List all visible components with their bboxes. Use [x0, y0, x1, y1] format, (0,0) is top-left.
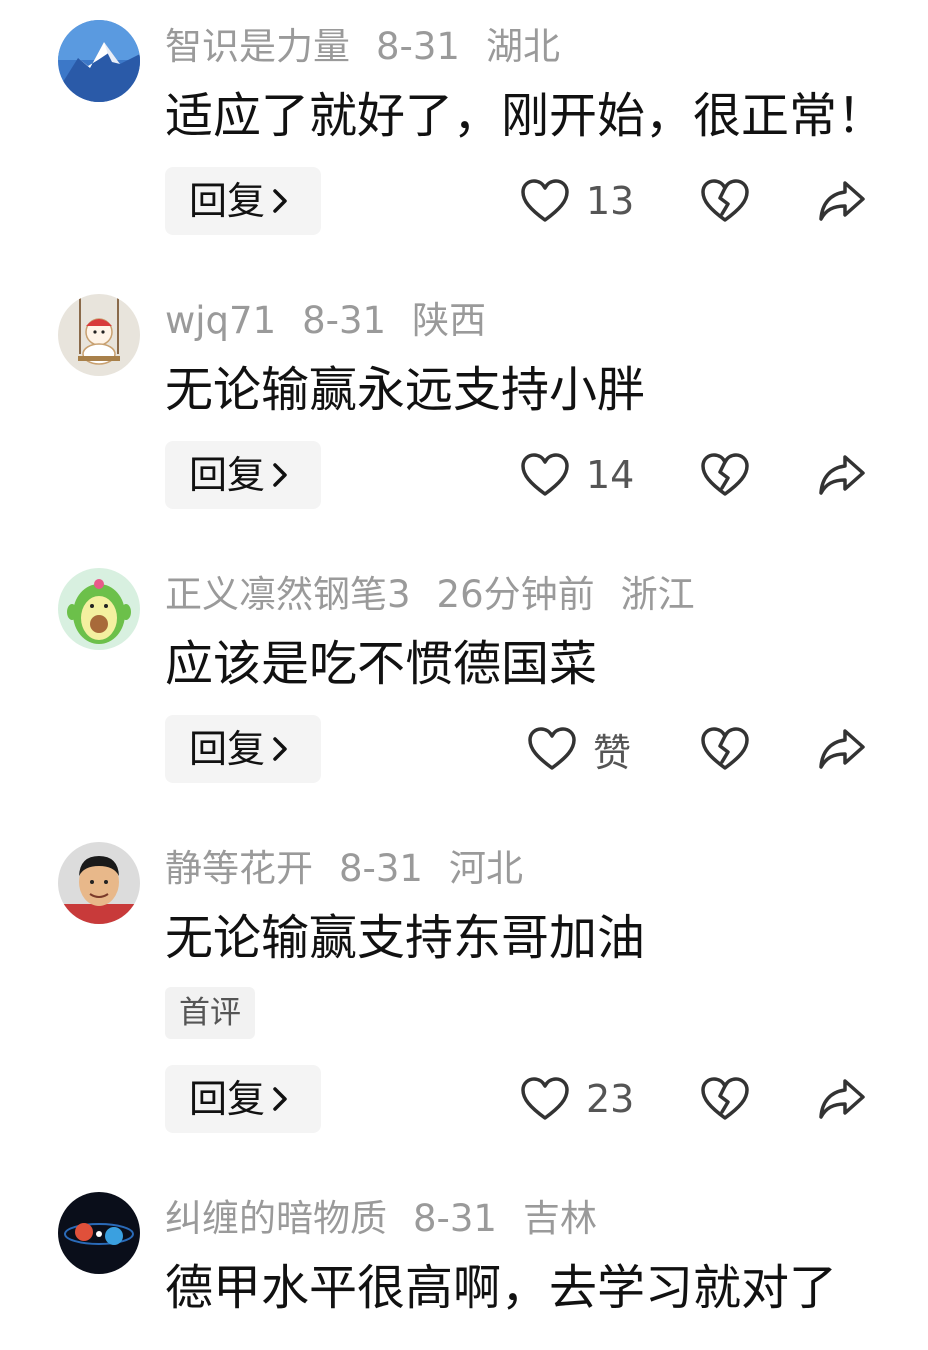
- chevron-right-icon: [273, 462, 287, 487]
- snow-mountain-avatar-icon: [58, 20, 140, 102]
- like-count: 14: [586, 453, 635, 497]
- username[interactable]: 正义凛然钢笔3: [165, 573, 411, 616]
- share-arrow-icon: [819, 455, 865, 495]
- comment-text: 适应了就好了，刚开始，很正常！: [165, 88, 886, 144]
- share-button[interactable]: [817, 1065, 869, 1133]
- comment-text: 应该是吃不惯德国菜: [165, 636, 598, 692]
- comment-meta: 正义凛然钢笔3 26分钟前 浙江: [165, 570, 721, 620]
- comment-date: 8-31: [376, 25, 460, 68]
- broken-heart-icon: [701, 1077, 749, 1120]
- share-button[interactable]: [817, 167, 869, 235]
- comment-meta: 静等花开 8-31 河北: [165, 844, 549, 894]
- heart-icon: [521, 453, 569, 496]
- user-avatar[interactable]: [58, 294, 140, 376]
- comment-date: 8-31: [413, 1197, 497, 1240]
- user-avatar[interactable]: [58, 20, 140, 102]
- comment-location: 陕西: [412, 299, 487, 342]
- username[interactable]: 纠缠的暗物质: [165, 1197, 387, 1240]
- reply-label: 回复: [189, 727, 266, 771]
- chevron-right-icon: [273, 736, 287, 761]
- username[interactable]: 静等花开: [165, 847, 313, 890]
- comment-location: 湖北: [485, 25, 560, 68]
- reply-button[interactable]: 回复: [165, 167, 321, 235]
- first-comment-badge: 首评: [165, 987, 255, 1039]
- user-avatar[interactable]: [58, 568, 140, 650]
- like-count: 13: [586, 179, 635, 223]
- share-button[interactable]: [817, 715, 869, 783]
- comment-location: 浙江: [620, 573, 695, 616]
- dislike-button[interactable]: [700, 167, 750, 235]
- heart-icon: [521, 1077, 569, 1120]
- user-avatar[interactable]: [58, 1192, 140, 1274]
- reply-label: 回复: [189, 1077, 266, 1121]
- like-button[interactable]: 14: [520, 441, 670, 509]
- like-count: 23: [586, 1077, 635, 1121]
- user-avatar[interactable]: [58, 842, 140, 924]
- comment-meta: wjq71 8-31 陕西: [165, 296, 512, 346]
- share-arrow-icon: [819, 1079, 865, 1119]
- like-label: 赞: [593, 730, 632, 775]
- comment-date: 26分钟前: [436, 573, 595, 616]
- share-button[interactable]: [817, 441, 869, 509]
- heart-icon: [521, 179, 569, 222]
- comment-location: 河北: [448, 847, 523, 890]
- like-button[interactable]: 13: [520, 167, 670, 235]
- reply-button[interactable]: 回复: [165, 1065, 321, 1133]
- comment-location: 吉林: [522, 1197, 597, 1240]
- comment-text: 无论输赢支持东哥加油: [165, 910, 646, 966]
- dislike-button[interactable]: [700, 1065, 750, 1133]
- space-orbs-avatar-icon: [58, 1192, 140, 1274]
- comment-text-content: 德甲水平很高啊，去学习就对了: [165, 1260, 838, 1316]
- like-button[interactable]: 23: [520, 1065, 670, 1133]
- comment-text: 德甲水平很高啊，去学习就对了: [165, 1258, 845, 1318]
- chevron-right-icon: [273, 1086, 287, 1111]
- reply-label: 回复: [189, 179, 266, 223]
- like-button[interactable]: 赞: [527, 715, 677, 783]
- broken-heart-icon: [701, 453, 749, 496]
- comment-date: 8-31: [339, 847, 423, 890]
- dislike-button[interactable]: [700, 441, 750, 509]
- reply-label: 回复: [189, 453, 266, 497]
- heart-icon: [528, 727, 576, 770]
- chevron-right-icon: [273, 188, 287, 213]
- broken-heart-icon: [701, 727, 749, 770]
- username[interactable]: wjq71: [165, 299, 276, 342]
- comment-date: 8-31: [302, 299, 387, 342]
- share-arrow-icon: [819, 181, 865, 221]
- avocado-avatar-icon: [58, 568, 140, 650]
- broken-heart-icon: [701, 179, 749, 222]
- comment-meta: 纠缠的暗物质 8-31 吉林: [165, 1194, 623, 1244]
- dislike-button[interactable]: [700, 715, 750, 783]
- reply-button[interactable]: 回复: [165, 441, 321, 509]
- reply-button[interactable]: 回复: [165, 715, 321, 783]
- share-arrow-icon: [819, 729, 865, 769]
- comment-text: 无论输赢永远支持小胖: [165, 362, 646, 418]
- username[interactable]: 智识是力量: [165, 25, 350, 68]
- person-photo-avatar-icon: [58, 842, 140, 924]
- comment-meta: 智识是力量 8-31 湖北: [165, 22, 586, 72]
- cartoon-swing-avatar-icon: [58, 294, 140, 376]
